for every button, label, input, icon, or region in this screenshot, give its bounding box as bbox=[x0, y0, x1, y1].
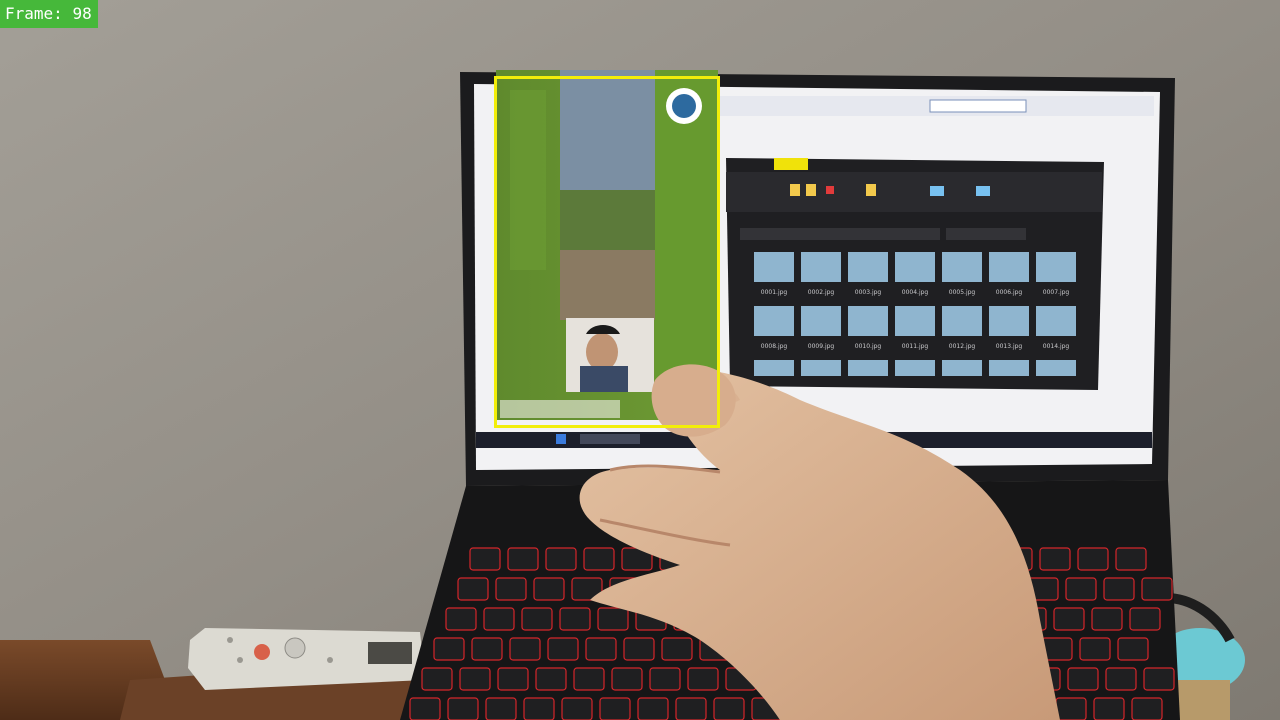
keyboard-key bbox=[485, 697, 517, 720]
keyboard-key bbox=[1129, 607, 1161, 631]
keyboard-key bbox=[1103, 577, 1135, 601]
thumbnail bbox=[801, 306, 841, 336]
keyboard-key bbox=[661, 637, 693, 661]
keyboard-key bbox=[1131, 697, 1163, 720]
keyboard-key bbox=[573, 667, 605, 691]
keyboard-key bbox=[1079, 637, 1111, 661]
thumbnail bbox=[989, 252, 1029, 282]
thumbnail bbox=[1036, 306, 1076, 336]
keyboard-key bbox=[471, 637, 503, 661]
thumbnail-label: 0004.jpg bbox=[902, 289, 929, 296]
thumbnail-label: 0005.jpg bbox=[949, 289, 976, 296]
keyboard-key bbox=[561, 697, 593, 720]
keyboard-key bbox=[1141, 577, 1173, 601]
keyboard-key bbox=[545, 547, 577, 571]
thumbnail-label: 0008.jpg bbox=[761, 343, 788, 350]
keyboard-key bbox=[409, 697, 441, 720]
keyboard-key bbox=[445, 607, 477, 631]
keyboard-key bbox=[713, 697, 745, 720]
keyboard-key bbox=[497, 667, 529, 691]
keyboard-key bbox=[1053, 607, 1085, 631]
keyboard-key bbox=[457, 577, 489, 601]
keyboard-key bbox=[687, 667, 719, 691]
keyboard-key bbox=[1065, 577, 1097, 601]
thumbnail-label: 0009.jpg bbox=[808, 343, 835, 350]
keyboard-key bbox=[559, 607, 591, 631]
thumbnail bbox=[848, 306, 888, 336]
thumbnail bbox=[895, 252, 935, 282]
thumbnail-label: 0001.jpg bbox=[761, 289, 788, 296]
thumbnail bbox=[754, 252, 794, 282]
thumbnail bbox=[895, 306, 935, 336]
keyboard-key bbox=[1077, 547, 1109, 571]
keyboard-key bbox=[1143, 667, 1175, 691]
keyboard-key bbox=[447, 697, 479, 720]
frame-label: Frame: bbox=[5, 4, 63, 23]
keyboard-key bbox=[585, 637, 617, 661]
thumbnail-label: 0014.jpg bbox=[1043, 343, 1070, 350]
thumbnail bbox=[895, 360, 935, 376]
keyboard-key bbox=[533, 577, 565, 601]
tracking-bounding-box bbox=[494, 76, 720, 428]
keyboard-key bbox=[1055, 697, 1087, 720]
keyboard-key bbox=[1067, 667, 1099, 691]
thumbnail bbox=[801, 252, 841, 282]
thumbnail-label: 0012.jpg bbox=[949, 343, 976, 350]
thumbnail bbox=[989, 360, 1029, 376]
keyboard-key bbox=[507, 547, 539, 571]
keyboard-key bbox=[459, 667, 491, 691]
keyboard-key bbox=[1115, 547, 1147, 571]
keyboard-key bbox=[523, 697, 555, 720]
keyboard-key bbox=[675, 697, 707, 720]
keyboard-key bbox=[599, 697, 631, 720]
keyboard-key bbox=[1091, 607, 1123, 631]
thumbnail bbox=[989, 306, 1029, 336]
keyboard-key bbox=[623, 637, 655, 661]
thumbnail bbox=[801, 360, 841, 376]
thumbnail bbox=[848, 252, 888, 282]
keyboard-key bbox=[1117, 637, 1149, 661]
keyboard-key bbox=[469, 547, 501, 571]
thumbnail-label: 0006.jpg bbox=[996, 289, 1023, 296]
keyboard-key bbox=[535, 667, 567, 691]
thumbnail-label: 0003.jpg bbox=[855, 289, 882, 296]
keyboard-key bbox=[483, 607, 515, 631]
thumbnail bbox=[1036, 360, 1076, 376]
thumbnail bbox=[848, 360, 888, 376]
keyboard-key bbox=[421, 667, 453, 691]
keyboard-key bbox=[521, 607, 553, 631]
thumbnail bbox=[942, 360, 982, 376]
keyboard-key bbox=[611, 667, 643, 691]
thumbnail bbox=[754, 360, 794, 376]
keyboard-key bbox=[1039, 547, 1071, 571]
keyboard-key bbox=[597, 607, 629, 631]
keyboard-key bbox=[433, 637, 465, 661]
keyboard-key bbox=[583, 547, 615, 571]
thumbnail-label: 0002.jpg bbox=[808, 289, 835, 296]
keyboard-key bbox=[1105, 667, 1137, 691]
frame-number: 98 bbox=[72, 4, 92, 23]
thumbnail-label: 0013.jpg bbox=[996, 343, 1023, 350]
thumbnail-label: 0011.jpg bbox=[902, 343, 929, 350]
thumbnail bbox=[942, 306, 982, 336]
thumbnail bbox=[1036, 252, 1076, 282]
keyboard-key bbox=[637, 697, 669, 720]
keyboard-key bbox=[509, 637, 541, 661]
keyboard-key bbox=[547, 637, 579, 661]
thumbnail bbox=[942, 252, 982, 282]
keyboard-key bbox=[649, 667, 681, 691]
keyboard-key bbox=[1093, 697, 1125, 720]
keyboard-key bbox=[495, 577, 527, 601]
thumbnail-label: 0010.jpg bbox=[855, 343, 882, 350]
frame-counter-badge: Frame: 98 bbox=[0, 0, 98, 28]
thumbnail bbox=[754, 306, 794, 336]
thumbnail-label: 0007.jpg bbox=[1043, 289, 1070, 296]
video-frame: 0001.jpg 0002.jpg 0003.jpg 0004.jpg 0005.jpg… bbox=[0, 0, 1280, 720]
remote-control bbox=[188, 628, 425, 690]
